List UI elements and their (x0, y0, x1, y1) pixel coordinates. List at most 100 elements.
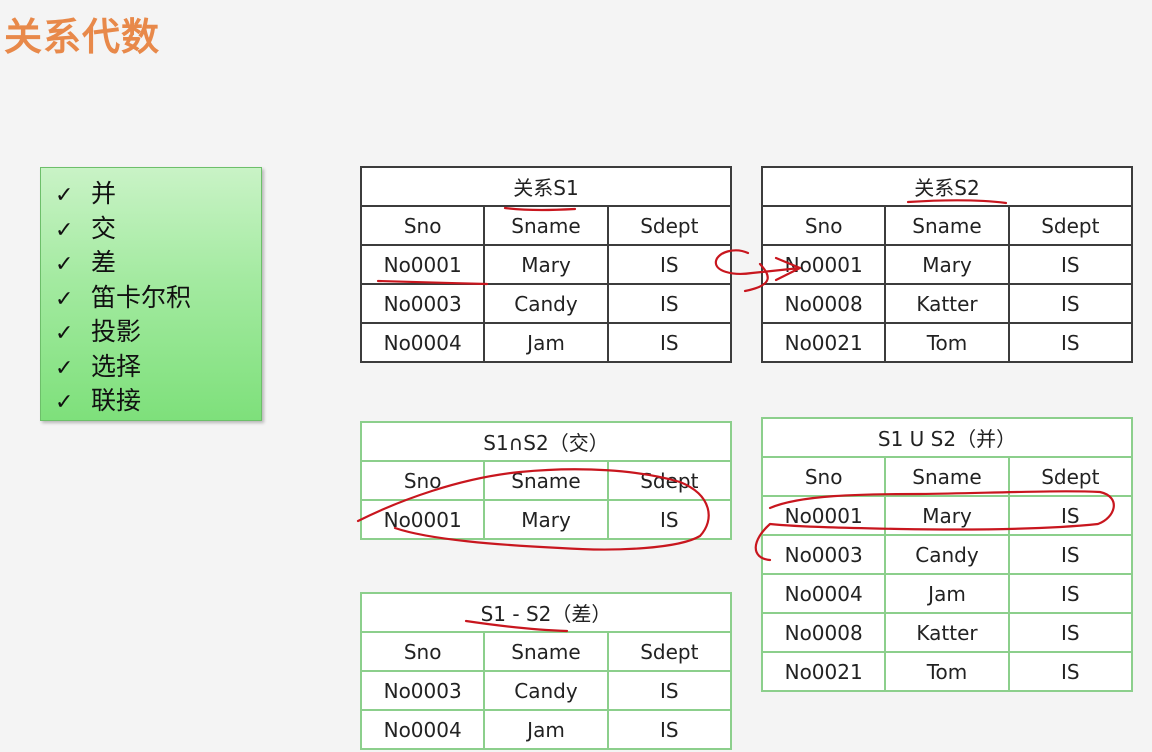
column-header: Sno (760, 205, 887, 246)
checklist-label: 并 (91, 179, 117, 208)
cell: No0004 (359, 322, 486, 363)
table-caption: S1 - S2（差） (360, 592, 732, 633)
table-row: No0001 Mary IS (760, 495, 1134, 536)
check-icon: ✓ (55, 183, 74, 208)
slide-title: 关系代数 (4, 15, 161, 59)
cell: Jam (483, 709, 609, 750)
cell: No0003 (359, 670, 486, 711)
cell: Katter (884, 612, 1010, 653)
cell: Candy (884, 534, 1010, 575)
cell: IS (1007, 573, 1134, 614)
cell: Mary (884, 495, 1010, 536)
check-icon: ✓ (55, 286, 74, 312)
table-row: No0003 Candy IS (760, 534, 1134, 575)
cell: No0004 (359, 709, 486, 750)
cell: No0021 (760, 651, 887, 692)
table-row: No0003 Candy IS (359, 670, 733, 711)
table-caption: 关系S1 (360, 166, 732, 207)
check-icon: ✓ (55, 252, 74, 277)
cell: No0021 (760, 322, 887, 363)
table-row: No0001 Mary IS (760, 244, 1134, 285)
column-header: Sname (884, 456, 1010, 497)
table-row: No0008 Katter IS (760, 612, 1134, 653)
relation-s2-table: 关系S2 Sno Sname Sdept No0001 Mary IS No00… (760, 166, 1134, 363)
cell: No0001 (760, 244, 887, 285)
table-row: No0021 Tom IS (760, 322, 1134, 363)
check-icon: ✓ (55, 390, 74, 415)
cell: Mary (483, 244, 609, 285)
checklist-label: 笛卡尔积 (91, 282, 192, 312)
column-header: Sdept (1007, 456, 1134, 497)
cell: IS (606, 709, 733, 750)
union-table: S1 U S2（并） Sno Sname Sdept No0001 Mary I… (760, 417, 1134, 692)
cell: Mary (483, 499, 609, 540)
operations-checklist: ✓ 并 ✓ 交 ✓ 差 ✓ 笛卡尔积 ✓ 投影 ✓ 选择 ✓ 联接 (40, 167, 262, 421)
column-header: Sdept (606, 205, 733, 246)
cell: Candy (483, 670, 609, 711)
cell: IS (606, 283, 733, 324)
cell: IS (606, 499, 733, 540)
checklist-item: ✓ 联接 (55, 384, 261, 419)
column-header: Sname (483, 631, 609, 672)
column-header: Sdept (1007, 205, 1134, 246)
cell: Tom (884, 322, 1010, 363)
checklist-label: 交 (91, 213, 117, 243)
cell: IS (1007, 651, 1134, 692)
cell: IS (1007, 612, 1134, 653)
table-caption: 关系S2 (761, 166, 1133, 207)
column-header: Sname (483, 460, 609, 501)
table-row: No0003 Candy IS (359, 283, 733, 324)
cell: No0008 (760, 612, 887, 653)
checklist-label: 差 (91, 248, 117, 277)
checklist-item: ✓ 投影 (55, 315, 261, 350)
column-header: Sdept (606, 460, 733, 501)
table-caption: S1∩S2（交） (360, 421, 732, 462)
cell: IS (606, 670, 733, 711)
checklist-item: ✓ 交 (55, 212, 261, 247)
cell: IS (606, 322, 733, 363)
table-row: No0001 Mary IS (359, 499, 733, 540)
cell: Katter (884, 283, 1010, 324)
checklist-label: 投影 (91, 317, 142, 346)
column-header: Sdept (606, 631, 733, 672)
column-header: Sname (483, 205, 609, 246)
cell: No0001 (760, 495, 887, 536)
intersection-table: S1∩S2（交） Sno Sname Sdept No0001 Mary IS (359, 421, 733, 540)
check-icon: ✓ (55, 321, 74, 346)
checklist-label: 联接 (91, 386, 142, 415)
cell: No0004 (760, 573, 887, 614)
column-header: Sno (359, 631, 486, 672)
column-header: Sno (359, 205, 486, 246)
cell: IS (1007, 283, 1134, 324)
cell: No0001 (359, 499, 486, 540)
table-row: No0021 Tom IS (760, 651, 1134, 692)
table-row: No0001 Mary IS (359, 244, 733, 285)
table-row: No0004 Jam IS (359, 709, 733, 750)
column-header: Sname (884, 205, 1010, 246)
column-header: Sno (359, 460, 486, 501)
cell: Jam (483, 322, 609, 363)
cell: Tom (884, 651, 1010, 692)
table-row: No0008 Katter IS (760, 283, 1134, 324)
table-row: No0004 Jam IS (359, 322, 733, 363)
cell: No0003 (760, 534, 887, 575)
cell: No0003 (359, 283, 486, 324)
cell: Mary (884, 244, 1010, 285)
checklist-label: 选择 (91, 351, 142, 381)
column-header: Sno (760, 456, 887, 497)
cell: Jam (884, 573, 1010, 614)
cell: IS (1007, 534, 1134, 575)
table-caption: S1 U S2（并） (761, 417, 1133, 458)
cell: IS (1007, 495, 1134, 536)
difference-table: S1 - S2（差） Sno Sname Sdept No0003 Candy … (359, 592, 733, 750)
cell: No0008 (760, 283, 887, 324)
checklist-item: ✓ 选择 (55, 350, 261, 385)
cell: No0001 (359, 244, 486, 285)
check-icon: ✓ (55, 217, 74, 243)
table-row: No0004 Jam IS (760, 573, 1134, 614)
checklist-item: ✓ 差 (55, 246, 261, 281)
checklist-item: ✓ 并 (55, 177, 261, 212)
checklist-item: ✓ 笛卡尔积 (55, 281, 261, 316)
cell: IS (1007, 244, 1134, 285)
check-icon: ✓ (55, 355, 74, 381)
